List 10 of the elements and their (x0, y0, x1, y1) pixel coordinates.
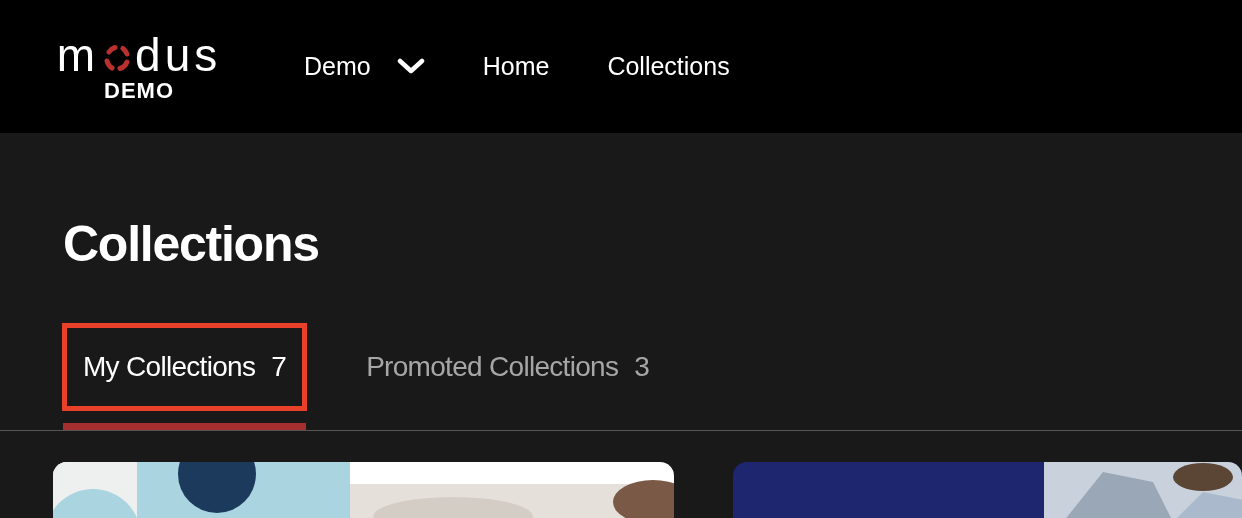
logo-text: m (56, 31, 100, 78)
nav-link[interactable]: Collections (607, 47, 730, 86)
logo-text: dus (135, 31, 222, 78)
tab[interactable]: Promoted Collections 3 (345, 323, 671, 411)
logo-subtitle: DEMO (104, 79, 174, 102)
logo-ring-icon (102, 42, 133, 73)
page-title: Collections (63, 219, 320, 269)
nav-dropdown[interactable]: Demo (304, 47, 425, 86)
nav-link[interactable]: Home (482, 47, 550, 86)
tab[interactable]: My Collections 7 (62, 323, 308, 411)
